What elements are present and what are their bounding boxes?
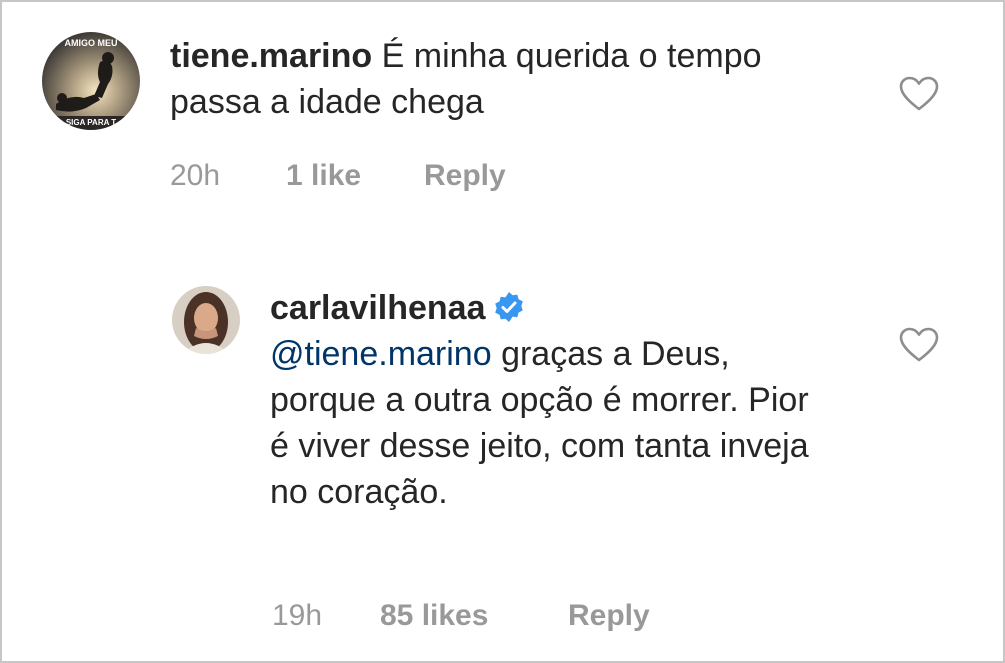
comment-likes-count[interactable]: 85 likes	[380, 598, 488, 634]
comment-body: tiene.marino É minha querida o tempo pas…	[170, 33, 850, 125]
mention-link[interactable]: @tiene.marino	[270, 335, 492, 373]
reply-button[interactable]: Reply	[568, 598, 650, 634]
comment-username[interactable]: carlavilhenaa	[270, 289, 485, 327]
heart-outline-icon[interactable]	[899, 327, 939, 363]
comment-body: carlavilhenaa @tiene.marino graças a Deu…	[270, 285, 830, 515]
comments-panel: AMIGO MEU SIGA PARA T tiene.marino É min…	[0, 0, 1005, 663]
reply-button[interactable]: Reply	[424, 158, 506, 194]
comment-timestamp: 19h	[272, 599, 323, 632]
profile-photo-woman-icon	[172, 286, 240, 354]
svg-text:AMIGO MEU: AMIGO MEU	[65, 38, 118, 48]
comment-username[interactable]: tiene.marino	[170, 37, 372, 75]
comment-timestamp: 20h	[170, 159, 221, 192]
comment-text: graças a	[491, 335, 632, 373]
svg-text:SIGA PARA T: SIGA PARA T	[66, 118, 116, 127]
avatar-carlavilhenaa[interactable]	[172, 286, 240, 354]
comment-likes-count[interactable]: 1 like	[286, 158, 361, 194]
verified-badge-icon	[495, 292, 524, 322]
heart-outline-icon[interactable]	[899, 76, 939, 112]
avatar-tiene-marino[interactable]: AMIGO MEU SIGA PARA T	[42, 32, 140, 130]
profile-photo-silhouette-icon: AMIGO MEU SIGA PARA T	[42, 32, 140, 130]
